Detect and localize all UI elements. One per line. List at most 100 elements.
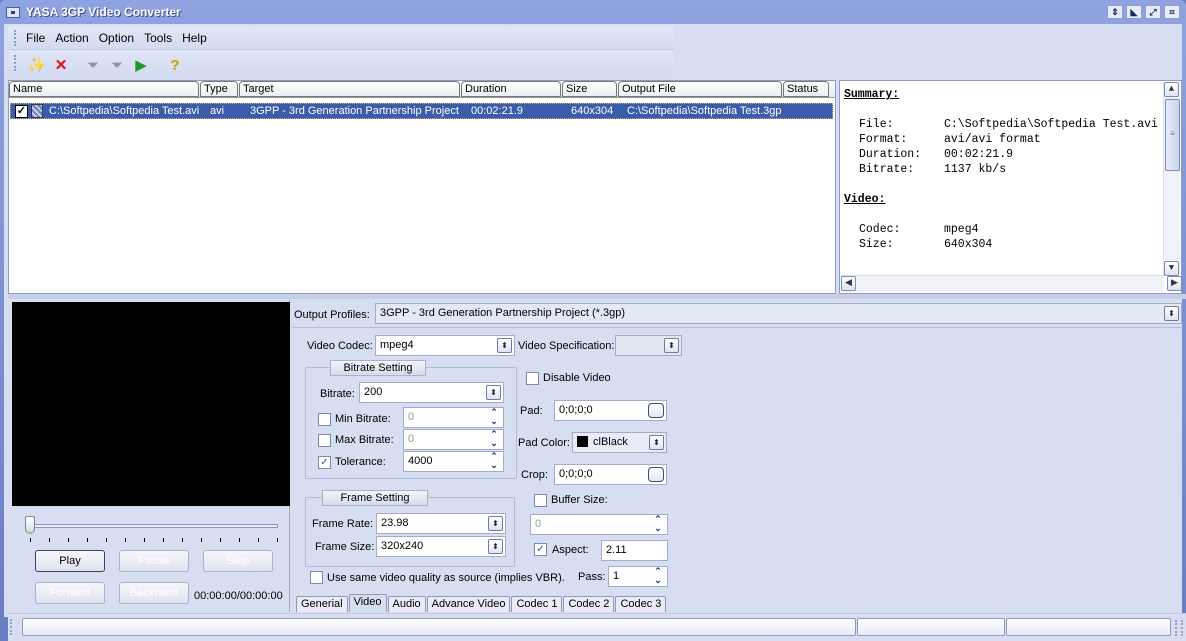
frame-size-select[interactable]: 320x240 ⬍ (376, 536, 506, 557)
frame-size-label: Frame Size: (315, 541, 375, 553)
column-size[interactable]: Size (562, 81, 617, 97)
summary-duration: Duration: 00:02:21.9 (859, 148, 1014, 161)
summary-heading: Summary: (844, 88, 900, 101)
pad-color-label: Pad Color: (518, 437, 570, 449)
max-bitrate-spinner[interactable]: 0 ⌃ ⌄ (403, 429, 504, 450)
scroll-up-icon[interactable]: ▲ (1164, 82, 1179, 97)
dropdown-icon: ⬍ (486, 385, 501, 400)
app-window: YASA 3GP Video Converter ⇕ ◣ ⤢ ⌗ File Ac… (0, 0, 1186, 641)
buffer-size-spinner[interactable]: 0 ⌃ ⌄ (530, 514, 668, 535)
backward-button[interactable]: Backward (119, 582, 189, 604)
column-duration[interactable]: Duration (461, 81, 561, 97)
playback-timecode: 00:00:00/00:00:00 (194, 590, 283, 602)
dropdown-icon: ⬍ (1164, 306, 1179, 321)
tab-video[interactable]: Video (348, 594, 387, 612)
seek-track[interactable] (28, 524, 278, 528)
remove-x-icon[interactable]: ✕ (50, 54, 72, 76)
video-codec-select[interactable]: mpeg4 ⬍ (375, 335, 515, 356)
play-button[interactable]: Play (35, 550, 105, 572)
menu-file[interactable]: File (26, 31, 45, 45)
status-pane-3 (1006, 618, 1171, 636)
resize-grip[interactable] (1175, 620, 1183, 636)
min-bitrate-label: Min Bitrate: (335, 413, 391, 425)
maximize-button[interactable]: ⤢ (1145, 5, 1161, 19)
max-bitrate-checkbox[interactable] (318, 434, 331, 447)
status-pane-1 (22, 618, 856, 636)
column-type[interactable]: Type (200, 81, 238, 97)
system-menu-icon[interactable] (6, 6, 20, 18)
forward-button[interactable]: Forward (35, 582, 105, 604)
min-bitrate-spinner[interactable]: 0 ⌃ ⌄ (403, 407, 504, 428)
pause-button[interactable]: Pause (119, 550, 189, 572)
minimize-button[interactable]: ◣ (1126, 5, 1142, 19)
crop-field[interactable]: 0;0;0;0 (554, 464, 667, 485)
file-target: 3GPP - 3rd Generation Partnership Projec… (250, 105, 459, 117)
dropdown-icon: ⬍ (488, 516, 503, 531)
tolerance-spinner[interactable]: 4000 ⌃ ⌄ (403, 451, 504, 472)
pad-field[interactable]: 0;0;0;0 (554, 400, 667, 421)
summary-bitrate: Bitrate: 1137 kb/s (859, 163, 1007, 176)
menubar-grip[interactable] (14, 30, 17, 46)
crop-edit-button[interactable] (648, 467, 664, 482)
summary-horizontal-scrollbar[interactable]: ◀ ▶ (841, 275, 1182, 292)
tab-codec-2[interactable]: Codec 2 (563, 596, 615, 612)
help-document-icon[interactable]: ? (164, 54, 186, 76)
same-quality-checkbox[interactable] (310, 571, 323, 584)
summary-format: Format: avi/avi format (859, 133, 1041, 146)
column-status[interactable]: Status (783, 81, 829, 97)
pad-edit-button[interactable] (648, 403, 664, 418)
column-output-file[interactable]: Output File (618, 81, 782, 97)
scroll-left-icon[interactable]: ◀ (841, 276, 856, 291)
summary-panel: Summary: File: C:\Softpedia\Softpedia Tes… (839, 80, 1182, 294)
tolerance-checkbox[interactable]: ✓ (318, 456, 331, 469)
add-file-wand-icon[interactable]: ✨ (26, 54, 48, 76)
file-row-checkbox[interactable]: ✓ (15, 104, 28, 118)
convert-selected-funnel-icon[interactable]: ⏷ (82, 54, 104, 76)
scroll-right-icon[interactable]: ▶ (1167, 276, 1182, 291)
aspect-field[interactable]: 2.11 (601, 540, 668, 561)
tab-audio[interactable]: Audio (387, 596, 426, 612)
menu-tools[interactable]: Tools (144, 31, 172, 45)
toolbar-grip[interactable] (14, 55, 17, 71)
tab-advance-video[interactable]: Advance Video (426, 596, 511, 612)
column-name[interactable]: Name (9, 81, 199, 97)
summary-vertical-scrollbar[interactable]: ▲ ≡ ▼ (1163, 82, 1180, 276)
bitrate-select[interactable]: 200 ⬍ (359, 382, 504, 403)
video-spec-select[interactable]: ⬍ (615, 335, 682, 356)
window-title: YASA 3GP Video Converter (26, 5, 181, 19)
tab-general[interactable]: Generial (296, 596, 348, 612)
toolbar: ✨ ✕ ⏷ ⏷ ▶ ? (8, 51, 674, 79)
scroll-thumb[interactable]: ≡ (1165, 99, 1180, 171)
pass-spinner[interactable]: 1 ⌃ ⌄ (608, 566, 668, 587)
rollup-button[interactable]: ⇕ (1107, 5, 1123, 19)
frame-rate-select[interactable]: 23.98 ⬍ (376, 513, 506, 534)
disable-video-checkbox[interactable] (526, 372, 539, 385)
buffer-size-checkbox[interactable] (534, 494, 547, 507)
settings-tabs: Generial Video Audio Advance Video Codec… (296, 594, 667, 612)
spinner-arrows-icon: ⌃ ⌄ (490, 429, 498, 448)
pad-color-select[interactable]: clBlack ⬍ (572, 432, 667, 453)
file-row[interactable]: ✓ C:\Softpedia\Softpedia Test.avi avi 3G… (10, 103, 833, 119)
scroll-down-icon[interactable]: ▼ (1164, 261, 1179, 276)
menu-option[interactable]: Option (99, 31, 134, 45)
output-profile-select[interactable]: 3GPP - 3rd Generation Partnership Projec… (375, 303, 1182, 324)
aspect-checkbox[interactable]: ✓ (534, 543, 547, 556)
tab-codec-3[interactable]: Codec 3 (615, 596, 667, 612)
close-button[interactable]: ⌗ (1164, 5, 1180, 19)
dropdown-icon: ⬍ (488, 539, 503, 554)
convert-all-funnel-icon[interactable]: ⏷ (106, 54, 128, 76)
start-convert-funnel-icon[interactable]: ▶ (130, 54, 152, 76)
seek-slider-thumb[interactable] (25, 516, 35, 534)
pad-label: Pad: (520, 405, 543, 417)
stop-button[interactable]: Stop (203, 550, 273, 572)
spinner-arrows-icon: ⌃ ⌄ (490, 451, 498, 470)
file-output: C:\Softpedia\Softpedia Test.3gp (627, 105, 782, 117)
column-target[interactable]: Target (239, 81, 460, 97)
video-file-icon (31, 104, 43, 118)
menu-action[interactable]: Action (55, 31, 88, 45)
panel-splitter[interactable] (8, 294, 1186, 299)
min-bitrate-checkbox[interactable] (318, 413, 331, 426)
menu-help[interactable]: Help (182, 31, 207, 45)
file-name: C:\Softpedia\Softpedia Test.avi (49, 105, 200, 117)
tab-codec-1[interactable]: Codec 1 (511, 596, 563, 612)
